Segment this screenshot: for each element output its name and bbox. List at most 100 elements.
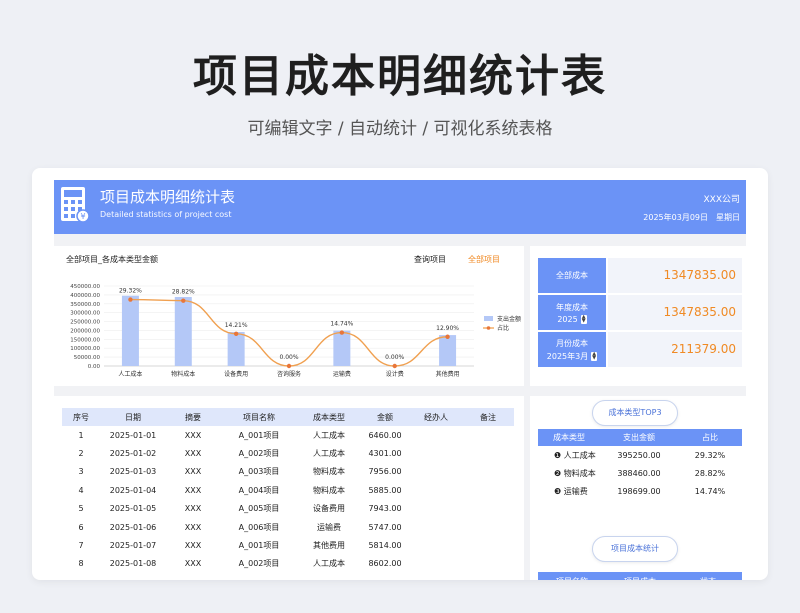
table-cell[interactable]: A_006项目 [220, 518, 298, 536]
cost-type-name: 运输费 [563, 486, 588, 496]
table-cell[interactable] [462, 444, 514, 462]
table-cell[interactable]: XXX [166, 500, 220, 518]
rank-badge-icon: ❶ [554, 450, 562, 460]
table-row[interactable]: 3 2025-01-03 XXX A_003项目 物料成本 7956.00 [62, 463, 514, 481]
table-cell[interactable] [462, 555, 514, 573]
table-cell[interactable]: A_002项目 [220, 555, 298, 573]
table-row[interactable]: 8 2025-01-08 XXX A_002项目 人工成本 8602.00 [62, 555, 514, 573]
month-spinner[interactable]: 2025年3月 ▲ ▼ [547, 351, 598, 362]
table-cell[interactable] [410, 481, 462, 499]
spinner-arrows-icon[interactable]: ▲ ▼ [580, 314, 587, 324]
top3-body: ❶ 人工成本 395250.00 29.32% ❷ 物料成本 388460.00 28.8… [538, 446, 742, 500]
table-cell[interactable]: 2025-01-06 [100, 518, 166, 536]
bar [121, 295, 139, 366]
spreadsheet-preview-card: ¥ 项目成本明细统计表 Detailed statistics of proje… [32, 168, 768, 580]
table-cell[interactable]: 物料成本 [298, 481, 360, 499]
table-cell[interactable]: 2025-01-05 [100, 500, 166, 518]
total-cost-row: 全部成本 1347835.00 [538, 258, 742, 293]
table-cell[interactable] [462, 518, 514, 536]
table-cell[interactable]: XXX [166, 463, 220, 481]
header-banner: ¥ 项目成本明细统计表 Detailed statistics of proje… [54, 180, 746, 234]
table-cell[interactable]: 人工成本 [298, 426, 360, 444]
column-header: 备注 [462, 408, 514, 426]
table-cell[interactable]: A_004项目 [220, 481, 298, 499]
table-cell[interactable] [462, 463, 514, 481]
table-cell[interactable] [462, 481, 514, 499]
table-cell[interactable]: 8 [62, 555, 100, 573]
y-tick-label: 400000.00 [70, 293, 100, 299]
table-cell[interactable] [410, 426, 462, 444]
column-header: 占比 [678, 429, 742, 446]
table-cell[interactable]: A_003项目 [220, 463, 298, 481]
table-cell[interactable] [410, 500, 462, 518]
table-cell[interactable]: 7943.00 [360, 500, 410, 518]
table-cell[interactable]: 7 [62, 536, 100, 554]
y-tick-label: 350000.00 [70, 302, 100, 308]
table-cell[interactable]: 5814.00 [360, 536, 410, 554]
table-cell[interactable]: XXX [166, 426, 220, 444]
table-cell[interactable]: XXX [166, 518, 220, 536]
project-stats-title-badge: 项目成本统计 [592, 536, 678, 562]
table-cell[interactable]: XXX [166, 444, 220, 462]
table-cell[interactable]: 6 [62, 518, 100, 536]
table-cell[interactable]: 设备费用 [298, 500, 360, 518]
line-point [233, 331, 239, 336]
table-cell[interactable]: 人工成本 [298, 444, 360, 462]
top3-amount: 388460.00 [617, 468, 661, 478]
table-cell[interactable]: 7956.00 [360, 463, 410, 481]
column-header: 成本类型 [298, 408, 360, 426]
table-cell[interactable]: 5 [62, 500, 100, 518]
top3-percent: 14.74% [694, 486, 726, 496]
table-cell[interactable]: XXX [166, 555, 220, 573]
table-cell[interactable]: 4 [62, 481, 100, 499]
table-cell[interactable]: 人工成本 [298, 555, 360, 573]
table-cell[interactable]: 4301.00 [360, 444, 410, 462]
table-cell[interactable]: 运输费 [298, 518, 360, 536]
table-cell[interactable]: 6460.00 [360, 426, 410, 444]
table-cell[interactable]: A_002项目 [220, 444, 298, 462]
table-cell[interactable] [410, 555, 462, 573]
table-row[interactable]: 1 2025-01-01 XXX A_001项目 人工成本 6460.00 [62, 426, 514, 444]
table-cell[interactable]: 其他费用 [298, 536, 360, 554]
table-cell[interactable] [462, 426, 514, 444]
table-cell[interactable]: 2025-01-03 [100, 463, 166, 481]
table-cell[interactable]: 2025-01-01 [100, 426, 166, 444]
table-cell[interactable] [462, 536, 514, 554]
table-cell[interactable]: 2 [62, 444, 100, 462]
spinner-arrows-icon[interactable]: ▲ ▼ [591, 351, 598, 361]
project-stats-table: 项目名称项目成本状态 [538, 572, 742, 580]
table-cell[interactable]: 1 [62, 426, 100, 444]
table-cell[interactable]: 物料成本 [298, 463, 360, 481]
table-cell[interactable]: 2025-01-07 [100, 536, 166, 554]
table-cell[interactable]: XXX [166, 481, 220, 499]
table-row[interactable]: 4 2025-01-04 XXX A_004项目 物料成本 5885.00 [62, 481, 514, 499]
table-cell[interactable]: 5885.00 [360, 481, 410, 499]
data-label: 28.82% [172, 289, 195, 296]
top3-row: ❷ 物料成本 388460.00 28.82% [538, 464, 742, 482]
table-cell[interactable] [410, 536, 462, 554]
table-cell[interactable]: A_001项目 [220, 536, 298, 554]
table-cell[interactable]: A_001项目 [220, 426, 298, 444]
table-row[interactable]: 7 2025-01-07 XXX A_001项目 其他费用 5814.00 [62, 536, 514, 554]
month-cost-box: 211379.00 [608, 332, 742, 367]
table-cell[interactable] [410, 444, 462, 462]
table-cell[interactable]: 2025-01-04 [100, 481, 166, 499]
table-cell[interactable]: 2025-01-08 [100, 555, 166, 573]
table-cell[interactable]: 8602.00 [360, 555, 410, 573]
table-cell[interactable]: 5747.00 [360, 518, 410, 536]
column-header: 项目名称 [220, 408, 298, 426]
table-cell[interactable] [462, 500, 514, 518]
year-cost-row: 年度成本 2025 ▲ ▼ 1347835.00 [538, 295, 742, 330]
table-cell[interactable]: A_005项目 [220, 500, 298, 518]
table-cell[interactable]: 2025-01-02 [100, 444, 166, 462]
table-cell[interactable] [410, 518, 462, 536]
table-cell[interactable] [410, 463, 462, 481]
table-cell[interactable]: XXX [166, 536, 220, 554]
year-spinner[interactable]: 2025 ▲ ▼ [557, 314, 587, 324]
table-row[interactable]: 5 2025-01-05 XXX A_005项目 设备费用 7943.00 [62, 500, 514, 518]
table-row[interactable]: 6 2025-01-06 XXX A_006项目 运输费 5747.00 [62, 518, 514, 536]
table-cell[interactable]: 3 [62, 463, 100, 481]
table-row[interactable]: 2 2025-01-02 XXX A_002项目 人工成本 4301.00 [62, 444, 514, 462]
year-cost-label: 年度成本 2025 ▲ ▼ [538, 295, 606, 330]
column-header: 项目成本 [606, 572, 674, 580]
